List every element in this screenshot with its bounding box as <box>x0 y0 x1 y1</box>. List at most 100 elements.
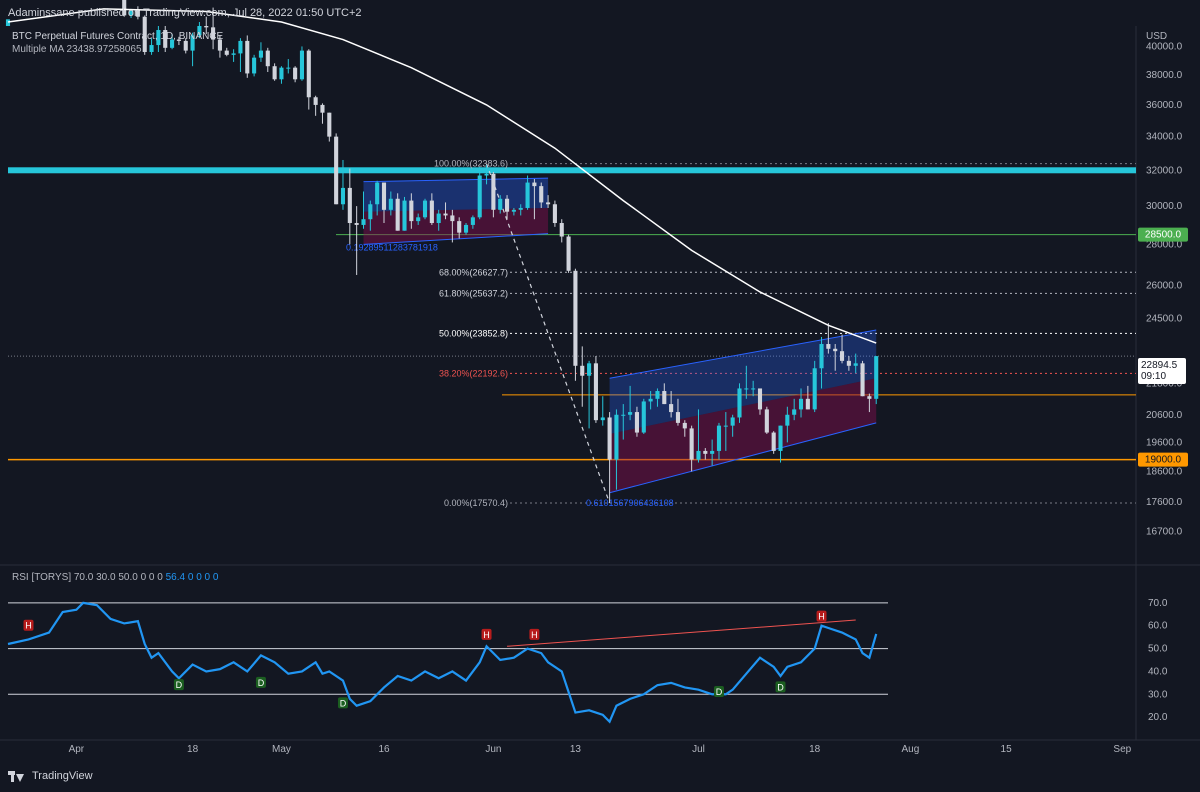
price-tick-label: 26000.0 <box>1146 281 1183 292</box>
candle-body <box>546 202 551 205</box>
time-axis-label: 18 <box>809 744 821 755</box>
publish-header: Adaminssane published on TradingView.com… <box>0 0 1200 26</box>
candle-body <box>463 224 469 233</box>
channel-ratio-label: 0.6101567906436108 <box>586 498 674 508</box>
candle-body <box>272 66 277 80</box>
fib-level-label: 0.00%(17570.4) <box>444 498 508 508</box>
time-axis-label: 13 <box>570 744 582 755</box>
time-axis-label: 16 <box>378 744 390 755</box>
candle-body <box>771 432 776 451</box>
candle-body <box>340 187 346 205</box>
candle-body <box>641 401 646 433</box>
price-tick-label: 24500.0 <box>1146 314 1183 325</box>
candle-body <box>648 398 653 402</box>
candle-body <box>279 67 284 80</box>
candle-body <box>525 182 530 208</box>
rsi-tick-label: 40.0 <box>1148 666 1168 677</box>
candle-body <box>710 450 715 454</box>
candle-body <box>381 182 387 210</box>
rsi-low-marker-label: D <box>176 680 183 690</box>
resistance-band <box>8 167 1136 174</box>
rsi-high-marker-label: H <box>818 612 825 622</box>
tradingview-footer: TradingView <box>8 770 93 782</box>
candle-body <box>539 186 544 203</box>
candle-body <box>484 173 489 176</box>
candle-body <box>416 217 421 222</box>
candle-body <box>204 26 209 28</box>
candle-body <box>354 223 359 225</box>
candle-body <box>511 209 516 212</box>
candle-body <box>505 198 510 212</box>
indicator-line[interactable]: Multiple MA 23438.97258065 <box>12 43 223 56</box>
time-axis-label: Aug <box>902 744 920 755</box>
price-tick-label: 30000.0 <box>1146 201 1183 212</box>
candle-body <box>798 398 804 410</box>
current-price-tag: 22894.5 09:10 <box>1138 358 1186 384</box>
candle-body <box>853 363 858 366</box>
candle-body <box>826 344 831 349</box>
candle-body <box>409 200 414 222</box>
candle-body <box>477 175 482 218</box>
rsi-low-marker-label: D <box>777 682 784 692</box>
tradingview-chart-app: 40000.0 38000.0 36000.0 34000.0 32000.0 30000… <box>0 0 1200 792</box>
candle-body <box>457 221 462 233</box>
candle-body <box>757 388 763 410</box>
rsi-legend[interactable]: RSI [TORYS] 70.0 30.0 50.0 0 0 0 56.4 0 … <box>12 572 218 583</box>
candle-body <box>833 348 838 352</box>
candle-body <box>518 207 523 210</box>
candle-body <box>751 388 756 390</box>
currency-label: USD <box>1146 31 1168 42</box>
candle-body <box>669 404 674 413</box>
price-tick-label: 18600.0 <box>1146 466 1183 477</box>
price-tick-label: 19600.0 <box>1146 437 1183 448</box>
time-axis-label: Jun <box>485 744 501 755</box>
candle-body <box>792 409 797 415</box>
candle-body <box>812 368 817 410</box>
current-price: 22894.5 <box>1141 360 1178 371</box>
candle-body <box>450 215 455 222</box>
fib-level-label: 100.00%(32383.6) <box>434 159 508 169</box>
candle-body <box>682 422 687 429</box>
rsi-tick-label: 60.0 <box>1148 621 1168 632</box>
candle-body <box>566 236 571 271</box>
candle-body <box>224 50 229 55</box>
rsi-low-marker-label: D <box>716 687 723 697</box>
chart-background <box>0 0 1200 792</box>
time-axis-label: 15 <box>1001 744 1013 755</box>
symbol-line[interactable]: BTC Perpetual Futures Contract, 1D, BINA… <box>12 30 223 43</box>
price-tick-label: 32000.0 <box>1146 165 1183 176</box>
candle-body <box>498 198 503 210</box>
tradingview-logo-icon <box>8 770 26 782</box>
candle-body <box>388 198 393 210</box>
chart-legend[interactable]: BTC Perpetual Futures Contract, 1D, BINA… <box>12 30 223 56</box>
candle-body <box>600 417 605 421</box>
price-tick-label: 17600.0 <box>1146 497 1183 508</box>
candle-body <box>839 351 845 361</box>
rsi-tick-label: 20.0 <box>1148 712 1168 723</box>
candle-body <box>614 414 619 460</box>
candle-body <box>245 40 250 74</box>
price-tick-label: 38000.0 <box>1146 70 1183 81</box>
tradingview-brand: TradingView <box>32 770 93 782</box>
candle-body <box>559 223 564 237</box>
chart-canvas[interactable]: 40000.0 38000.0 36000.0 34000.0 32000.0 30000… <box>0 0 1200 792</box>
rsi-tick-label: 30.0 <box>1148 689 1168 700</box>
published-text: Adaminssane published on TradingView.com… <box>8 7 362 19</box>
candle-body <box>552 204 557 224</box>
candle-body <box>587 363 592 376</box>
candle-body <box>327 112 332 137</box>
candle-body <box>867 396 872 399</box>
time-axis-label: Sep <box>1113 744 1131 755</box>
candle-body <box>805 398 810 410</box>
fib-level-label: 61.80%(25637.2) <box>439 288 508 298</box>
fib-level-label: 38.20%(22192.6) <box>439 368 508 378</box>
candle-body <box>470 217 475 225</box>
candle-body <box>422 200 428 218</box>
candle-body <box>361 219 366 225</box>
candle-body <box>306 50 311 98</box>
candle-body <box>675 412 681 423</box>
candle-body <box>299 50 305 80</box>
candle-body <box>347 187 352 224</box>
candle-body <box>334 136 339 205</box>
rsi-high-marker-label: H <box>531 630 538 640</box>
